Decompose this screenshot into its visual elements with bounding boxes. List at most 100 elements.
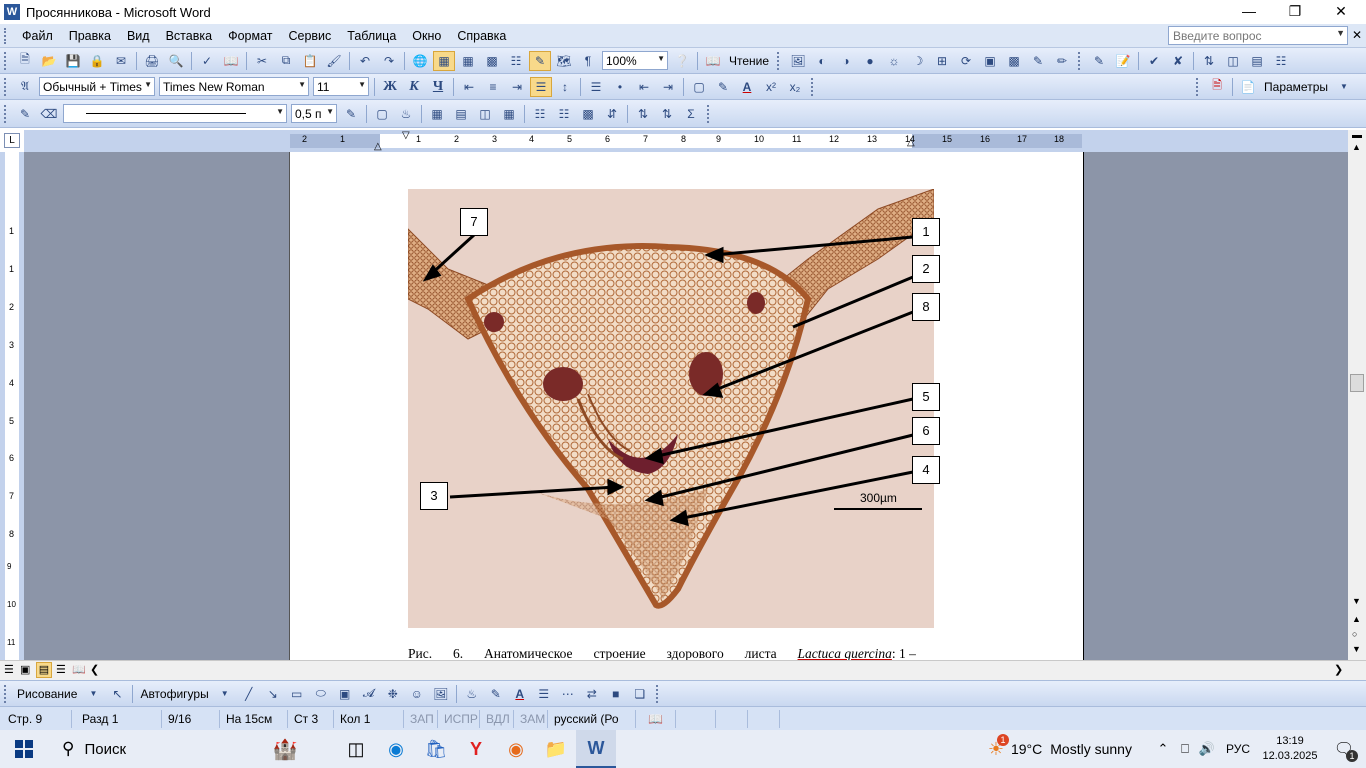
minimize-button[interactable]: — [1226,0,1272,24]
less-brightness-icon[interactable]: ☽ [907,51,929,71]
draw-table-icon[interactable]: ✎ [14,104,36,124]
help-question-input[interactable]: Введите вопрос ▼ [1168,26,1348,45]
print-preview-icon[interactable]: 🔍 [165,51,187,71]
hyperlink-icon[interactable]: 🌐 [409,51,431,71]
menu-file[interactable]: Файл [14,29,61,43]
status-record[interactable]: ЗАП [404,709,438,728]
weather-icon[interactable]: ☀ 1 [981,730,1011,768]
border-color-icon[interactable]: ✎ [340,104,362,124]
styles-pane-icon[interactable]: 𝔄 [14,77,36,97]
word-app-icon[interactable]: W [4,4,20,20]
reading-layout-icon[interactable]: 📖 [702,51,724,71]
format-picture-icon[interactable]: ✎ [1027,51,1049,71]
less-contrast-icon[interactable]: ● [859,51,881,71]
crop-icon[interactable]: ⊞ [931,51,953,71]
insert-table-icon[interactable]: ▦ [457,51,479,71]
chevron-down-icon[interactable]: ▼ [214,684,236,704]
toolbar-grip[interactable] [655,684,660,703]
first-line-indent-marker[interactable]: ▽ [402,130,410,141]
scroll-down-icon[interactable]: ▼ [1352,596,1361,606]
firefox-icon[interactable]: ◉ [496,730,536,768]
clock[interactable]: 13:19 12.03.2025 [1258,734,1322,764]
pdf-icon[interactable]: 🗎 [1206,77,1228,97]
zoom-select[interactable]: 100% ▼ [602,51,668,70]
status-position[interactable]: На 15см [220,709,288,728]
font-color-icon[interactable]: A [736,77,758,97]
volume-icon[interactable]: 🔊 [1196,730,1218,768]
align-right-icon[interactable]: ⇥ [506,77,528,97]
autoshapes-menu-button[interactable]: Автофигуры [136,687,212,701]
merge-icon[interactable]: ▤ [1246,51,1268,71]
castle-search-highlight-icon[interactable]: 🏰 [248,730,322,768]
rotate-icon[interactable]: ⟳ [955,51,977,71]
line-weight-select[interactable]: 0,5 п ▼ [291,104,337,123]
superscript-button[interactable]: x² [760,77,782,97]
textbox-icon[interactable]: ▣ [334,684,356,704]
chevron-down-icon[interactable]: ▼ [326,107,334,116]
outline-view-icon[interactable]: ☰ [56,663,66,676]
drawing-icon[interactable]: ✎ [529,50,551,71]
menu-format[interactable]: Формат [220,29,280,43]
web-view-icon[interactable]: ▣ [20,663,30,676]
open-folder-icon[interactable]: 📂 [38,51,60,71]
chevron-down-icon[interactable]: ▼ [276,107,284,116]
dash-style-icon[interactable]: ⋯ [557,684,579,704]
reject-change-icon[interactable]: ✘ [1167,51,1189,71]
undo-icon[interactable]: ↶ [354,51,376,71]
toolbar-grip[interactable] [707,104,711,123]
scroll-left-icon[interactable]: ❮ [90,663,99,676]
leaf-section-figure[interactable]: 1 2 8 5 6 4 3 7 300µm [407,188,940,628]
print-icon[interactable]: 🖨 [141,51,163,71]
notifications-icon[interactable]: 🗨 1 [1322,730,1366,768]
merge-cells-icon[interactable]: ▤ [450,104,472,124]
permission-icon[interactable]: 🔒 [86,51,108,71]
toolbar-grip[interactable] [4,104,8,123]
reading-layout-button[interactable]: Чтение [725,54,773,68]
chevron-down-icon[interactable]: ▼ [1333,77,1355,97]
oval-icon[interactable]: ⬭ [310,684,332,704]
menu-insert[interactable]: Вставка [158,29,220,43]
yandex-icon[interactable]: Y [456,730,496,768]
chevron-down-icon[interactable]: ▼ [144,80,152,89]
line-icon[interactable]: ╱ [238,684,260,704]
reading-view-icon[interactable]: 📖 [72,663,86,676]
taskbar-search[interactable]: ⚲ Поиск [48,730,248,768]
spelling-icon[interactable]: ✓ [196,51,218,71]
insert-table-icon[interactable]: ▦ [426,104,448,124]
restore-button[interactable]: ❐ [1272,0,1318,24]
sort-ascending-icon[interactable]: ⇅ [632,104,654,124]
line-style-select[interactable]: ▼ [63,104,287,123]
menu-grip[interactable] [4,27,10,44]
track-changes-icon[interactable]: ✎ [1088,51,1110,71]
font-color-icon[interactable]: A [509,684,531,704]
chevron-down-icon[interactable]: ▼ [298,80,306,89]
copy-icon[interactable]: ⧉ [275,51,297,71]
line-color-icon[interactable]: ✎ [485,684,507,704]
next-page-icon[interactable]: ▼ [1352,644,1361,654]
toolbar-grip[interactable] [4,684,8,703]
document-map-icon[interactable]: 🗺 [553,51,575,71]
align-cell-icon[interactable]: ▦ [498,104,520,124]
distribute-cols-icon[interactable]: ☷ [553,104,575,124]
show-formatting-icon[interactable]: ¶ [577,51,599,71]
status-line[interactable]: Ст 3 [288,709,334,728]
text-wrap-icon[interactable]: ▩ [1003,51,1025,71]
scroll-right-icon[interactable]: ❯ [1334,663,1343,676]
menu-table[interactable]: Таблица [339,29,404,43]
more-brightness-icon[interactable]: ☼ [883,51,905,71]
help-icon[interactable]: ❔ [671,51,693,71]
underline-button[interactable]: Ч [427,77,449,97]
store-icon[interactable]: 🛍 [416,730,456,768]
weather-temp[interactable]: 19°C [1011,741,1042,757]
toolbar-grip[interactable] [4,51,8,70]
weather-text[interactable]: Mostly sunny [1050,741,1132,757]
input-language[interactable]: РУС [1226,742,1250,756]
chevron-down-icon[interactable]: ▼ [82,684,104,704]
vertical-scrollbar[interactable]: ▬ ▲ ▼ ▲ ○ ▼ [1348,130,1366,660]
insert-excel-icon[interactable]: ▩ [481,51,503,71]
menu-window[interactable]: Окно [404,29,449,43]
font-select[interactable]: Times New Roman ▼ [159,77,309,96]
status-page[interactable]: Стр. 9 [0,709,72,728]
format-painter-icon[interactable]: 🖌 [323,51,345,71]
numbering-icon[interactable]: ☰ [585,77,607,97]
